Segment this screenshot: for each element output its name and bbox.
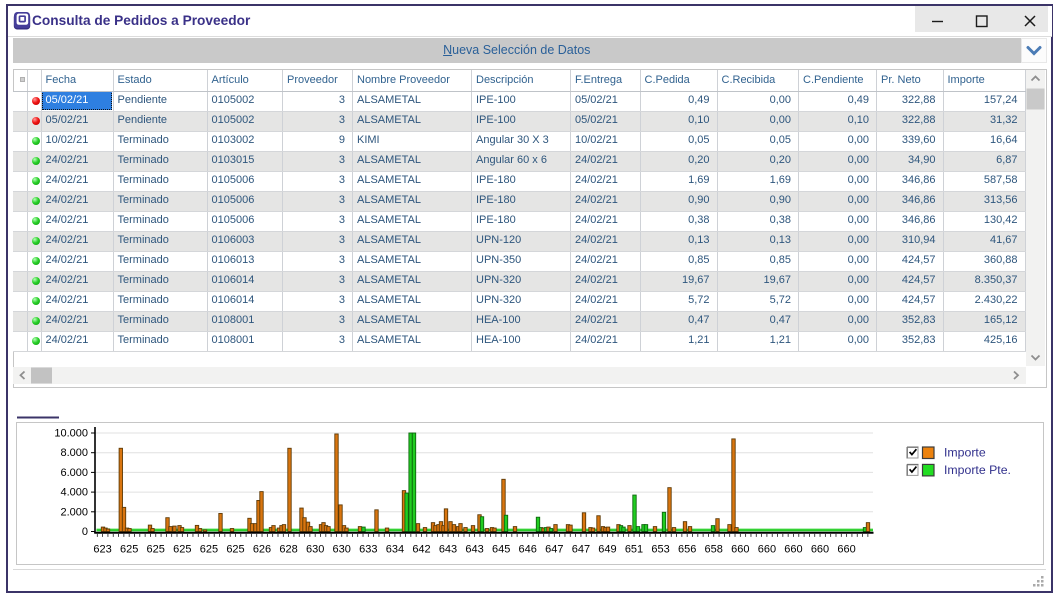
svg-text:8.000: 8.000	[60, 447, 88, 459]
svg-text:658: 658	[705, 544, 723, 556]
svg-text:647: 647	[572, 544, 590, 556]
svg-text:660: 660	[837, 544, 855, 556]
svg-text:625: 625	[120, 544, 138, 556]
svg-text:625: 625	[147, 544, 165, 556]
svg-text:645: 645	[492, 544, 510, 556]
svg-text:6.000: 6.000	[60, 467, 88, 479]
svg-text:10.000: 10.000	[54, 428, 88, 440]
svg-text:642: 642	[412, 544, 430, 556]
svg-text:649: 649	[598, 544, 616, 556]
svg-text:660: 660	[811, 544, 829, 556]
svg-text:643: 643	[439, 544, 457, 556]
svg-text:660: 660	[784, 544, 802, 556]
svg-text:2.000: 2.000	[60, 506, 88, 518]
svg-text:634: 634	[386, 544, 404, 556]
svg-text:653: 653	[651, 544, 669, 556]
svg-text:660: 660	[758, 544, 776, 556]
svg-text:643: 643	[465, 544, 483, 556]
svg-text:625: 625	[173, 544, 191, 556]
svg-text:628: 628	[279, 544, 297, 556]
svg-text:630: 630	[306, 544, 324, 556]
svg-text:626: 626	[253, 544, 271, 556]
svg-text:Importe: Importe	[944, 446, 986, 460]
svg-text:630: 630	[333, 544, 351, 556]
svg-text:651: 651	[625, 544, 643, 556]
svg-text:656: 656	[678, 544, 696, 556]
svg-text:647: 647	[545, 544, 563, 556]
svg-text:0: 0	[82, 526, 88, 538]
svg-text:623: 623	[93, 544, 111, 556]
svg-text:625: 625	[200, 544, 218, 556]
svg-text:633: 633	[359, 544, 377, 556]
svg-text:4.000: 4.000	[60, 487, 88, 499]
svg-text:660: 660	[731, 544, 749, 556]
svg-text:646: 646	[519, 544, 537, 556]
svg-text:625: 625	[226, 544, 244, 556]
svg-text:Importe Pte.: Importe Pte.	[944, 463, 1011, 477]
